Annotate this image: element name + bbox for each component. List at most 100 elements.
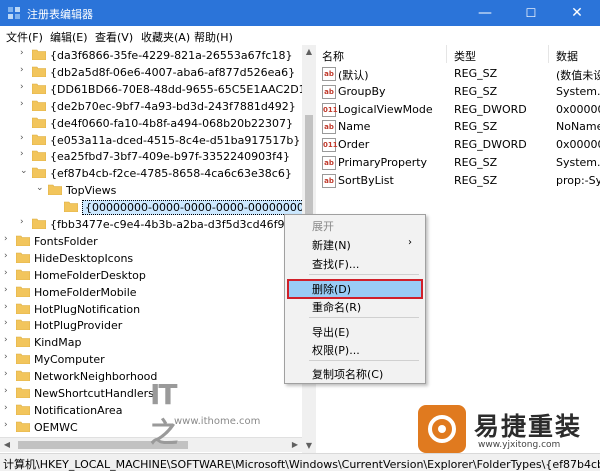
folder-icon [16, 235, 30, 246]
tree-item-label: {00000000-0000-0000-0000-000000000000} [82, 200, 302, 216]
ithome-url: www.ithome.com [174, 416, 261, 427]
menu-view[interactable]: 查看(V) [95, 29, 133, 45]
value-data: System.S [556, 84, 600, 98]
window-title: 注册表编辑器 [27, 8, 93, 21]
expand-arrow-icon[interactable]: › [4, 420, 14, 430]
collapse-arrow-icon[interactable]: ⌄ [20, 166, 30, 176]
value-row[interactable]: abGroupBy REG_SZ System.S [316, 83, 600, 101]
value-row[interactable]: ab (默认) REG_SZ (数值未设 [316, 65, 600, 83]
maximize-button[interactable]: ☐ [508, 0, 554, 26]
tree-item-label: KindMap [34, 336, 82, 350]
expand-arrow-icon[interactable]: › [4, 335, 14, 345]
column-header-name[interactable]: 名称 [316, 45, 447, 63]
menu-item-rename[interactable]: 重命名(R) [312, 299, 361, 315]
minimize-button[interactable]: — [462, 0, 508, 26]
expand-arrow-icon[interactable]: › [4, 352, 14, 362]
scroll-up-arrow-icon[interactable]: ▲ [302, 45, 316, 59]
expand-arrow-icon[interactable]: › [20, 65, 30, 75]
menu-help[interactable]: 帮助(H) [194, 29, 233, 45]
folder-icon [48, 184, 62, 196]
registry-editor-icon [8, 7, 20, 19]
expand-arrow-icon[interactable]: › [20, 99, 30, 109]
value-data: System.S [556, 156, 600, 169]
folder-icon [16, 336, 30, 348]
folder-icon [32, 167, 46, 179]
tree-item-label: MyComputer [34, 353, 105, 367]
expand-arrow-icon[interactable]: › [4, 386, 14, 396]
folder-icon [16, 404, 30, 415]
menu-separator [309, 274, 419, 275]
expand-arrow-icon[interactable]: › [20, 133, 30, 143]
yjxitong-logo-icon [418, 405, 466, 453]
menu-item-delete[interactable]: 删除(D) [312, 281, 351, 297]
expand-arrow-icon[interactable]: › [20, 217, 30, 227]
value-row[interactable]: ab Name REG_SZ NoName [316, 118, 600, 136]
menu-file[interactable]: 文件(F) [6, 29, 43, 45]
column-header-type[interactable]: 类型 [448, 45, 549, 63]
ithome-logo: IT之 [150, 378, 178, 449]
value-row[interactable]: abPrimaryProperty REG_SZ System.S [316, 154, 600, 172]
tree-item-label: {DD61BD66-70E8-48dd-9655-65C5E1AAC2D1} [50, 82, 303, 96]
tree-item-label: {ea25fbd7-3bf7-409e-b97f-3352240903f4} [50, 150, 290, 164]
value-row[interactable]: 011 LogicalViewMode REG_DWORD 0x00000 [316, 101, 600, 119]
expand-arrow-icon[interactable]: › [20, 82, 30, 92]
string-value-icon: ab [322, 84, 336, 99]
menu-item-permissions[interactable]: 权限(P)... [312, 342, 360, 358]
folder-icon [16, 353, 30, 365]
value-data: 0x00000 [556, 102, 600, 116]
tree-item-label: HomeFolderDesktop [34, 268, 146, 282]
string-value-icon: ab [322, 67, 336, 81]
menu-favorites[interactable]: 收藏夹(A) [141, 29, 190, 45]
collapse-arrow-icon[interactable]: ⌄ [36, 183, 46, 193]
expand-arrow-icon[interactable]: › [20, 48, 30, 58]
expand-arrow-icon[interactable]: › [4, 369, 14, 379]
tree-item-label: {db2a5d8f-06e6-4007-aba6-af877d526ea6} [50, 65, 296, 79]
expand-arrow-icon[interactable]: › [4, 302, 14, 312]
value-row[interactable]: ab SortByList REG_SZ prop:-Sy [316, 172, 600, 190]
value-data: NoName [556, 120, 600, 134]
menu-bar: 文件(F) 编辑(E) 查看(V) 收藏夹(A) 帮助(H) [0, 26, 600, 46]
tree-item-label: NewShortcutHandlers [34, 387, 154, 400]
folder-icon [32, 218, 46, 229]
string-value-icon: ab [322, 120, 336, 135]
binary-value-icon: 011 [322, 102, 338, 117]
expand-arrow-icon[interactable]: › [4, 403, 14, 413]
value-name: GroupBy [338, 84, 386, 98]
yjxitong-url: www.yjxitong.com [478, 440, 561, 450]
status-path: 计算机\HKEY_LOCAL_MACHINE\SOFTWARE\Microsof… [3, 458, 600, 471]
value-type: REG_DWORD [454, 102, 527, 116]
menu-item-export[interactable]: 导出(E) [312, 324, 350, 340]
value-name: Name [338, 120, 371, 134]
tree-item-label: {ef87b4cb-f2ce-4785-8658-4ca6c63e38c6} [50, 167, 292, 181]
value-data: 0x00000 [556, 138, 600, 152]
expand-arrow-icon[interactable]: › [4, 234, 14, 244]
folder-icon [32, 83, 46, 94]
value-type: REG_SZ [454, 84, 498, 98]
folder-icon [32, 151, 46, 162]
close-button[interactable]: ✕ [554, 0, 600, 26]
tree-item-label: HotPlugNotification [34, 302, 141, 316]
scroll-right-arrow-icon[interactable]: ▶ [288, 438, 302, 452]
value-row[interactable]: 011 Order REG_DWORD 0x00000 [316, 136, 600, 154]
menu-item-copy-key-name[interactable]: 复制项名称(C) [312, 366, 383, 382]
expand-arrow-icon[interactable]: › [4, 268, 14, 278]
menu-separator [309, 360, 419, 361]
column-header-data[interactable]: 数据 [550, 45, 600, 63]
folder-icon [64, 201, 78, 213]
scroll-down-arrow-icon[interactable]: ▼ [302, 439, 316, 453]
tree-item-label: OEMWC [34, 420, 78, 434]
folder-icon [16, 370, 30, 382]
value-type: REG_SZ [454, 120, 498, 134]
scroll-left-arrow-icon[interactable]: ◀ [0, 438, 14, 452]
value-type: REG_SZ [454, 67, 498, 80]
value-name: SortByList [338, 173, 394, 187]
tree-item-label: FontsFolder [34, 234, 98, 248]
menu-edit[interactable]: 编辑(E) [50, 29, 88, 45]
tree-item-label: HotPlugProvider [34, 319, 123, 333]
expand-arrow-icon[interactable]: › [4, 285, 14, 295]
menu-item-new[interactable]: 新建(N) [312, 237, 351, 253]
expand-arrow-icon[interactable]: › [20, 149, 30, 159]
expand-arrow-icon[interactable]: › [4, 251, 14, 261]
menu-item-find[interactable]: 查找(F)... [312, 256, 359, 272]
expand-arrow-icon[interactable]: › [4, 318, 14, 328]
